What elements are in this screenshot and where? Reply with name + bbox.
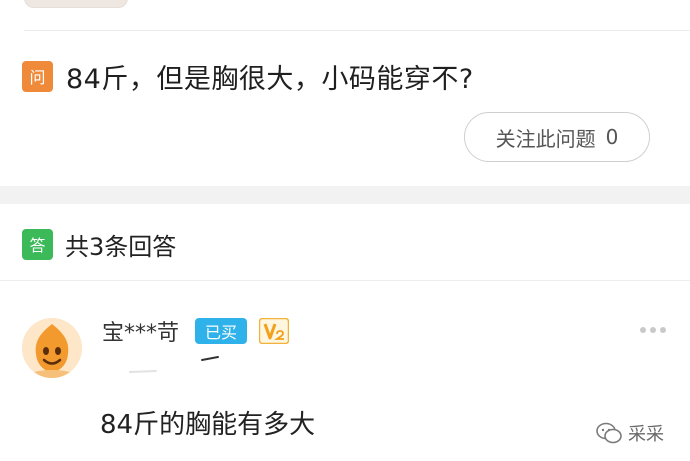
more-options-icon[interactable] bbox=[640, 325, 666, 335]
question-tag: 问 bbox=[22, 60, 53, 92]
answers-header: 答 共3条回答 bbox=[22, 226, 176, 262]
answer-text: 84斤的胸能有多大 bbox=[100, 410, 316, 440]
follow-count: 0 bbox=[605, 125, 619, 149]
top-divider bbox=[24, 30, 690, 31]
wechat-logo-icon bbox=[596, 422, 622, 444]
question-row: 问 84斤，但是胸很大，小码能穿不? bbox=[22, 58, 670, 95]
answers-count: 共3条回答 bbox=[65, 232, 177, 261]
question-text: 84斤，但是胸很大，小码能穿不? bbox=[66, 63, 474, 95]
follow-question-button[interactable]: 关注此问题 0 bbox=[464, 112, 650, 162]
avatar[interactable] bbox=[22, 318, 82, 378]
username[interactable]: 宝***苛 bbox=[102, 315, 179, 347]
previous-item-avatar bbox=[24, 0, 128, 8]
follow-button-label: 关注此问题 bbox=[495, 126, 596, 151]
answer-tag: 答 bbox=[22, 228, 53, 260]
watermark-text: 采采 bbox=[628, 424, 664, 445]
answer-user-row: 宝***苛 已买 bbox=[102, 313, 290, 349]
mascot-avatar-icon bbox=[22, 318, 82, 378]
redaction-scribble bbox=[129, 356, 219, 373]
answers-divider bbox=[0, 280, 690, 281]
section-separator bbox=[0, 186, 690, 204]
v2-level-icon bbox=[259, 318, 290, 344]
bought-badge: 已买 bbox=[195, 318, 248, 344]
watermark: 采采 bbox=[596, 420, 664, 446]
